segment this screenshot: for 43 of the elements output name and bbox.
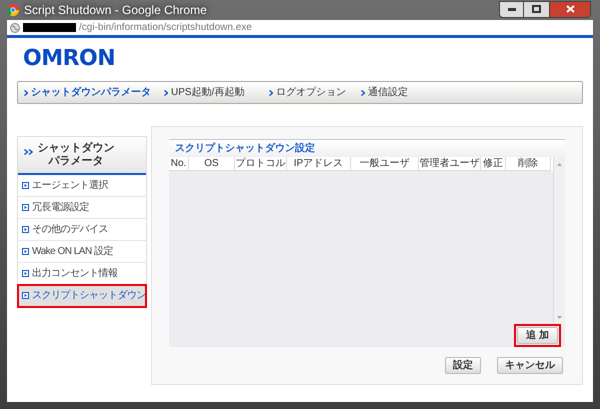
logo: OMRON [23, 46, 116, 72]
url-text: /cgi-bin/information/scriptshutdown.exe [79, 21, 252, 35]
maximize-icon [532, 5, 541, 13]
panel-title: スクリプトシャットダウン設定 [175, 141, 315, 156]
close-button[interactable] [549, 0, 591, 18]
bullet-icon [22, 248, 29, 255]
chevron-icon [269, 90, 273, 96]
column-header: IPアドレス [287, 157, 351, 171]
column-header: 管理者ユーザ [419, 157, 481, 171]
chevron-icon [164, 90, 168, 96]
scroll-up-icon [557, 163, 562, 166]
minimize-icon [508, 8, 516, 10]
column-header: No. [169, 157, 189, 171]
column-header: 削除 [506, 157, 551, 171]
form-button[interactable]: 設定 [445, 357, 481, 374]
minimize-button[interactable] [499, 0, 524, 18]
chevron-icon [24, 90, 28, 96]
bullet-icon [22, 182, 29, 189]
window-title: Script Shutdown - Google Chrome [24, 2, 207, 19]
bullet-icon [22, 270, 29, 277]
form-button[interactable]: キャンセル [497, 357, 563, 374]
nav-tab[interactable]: ログオプション [269, 85, 361, 100]
column-header: 修正 [481, 157, 506, 171]
bullet-icon [22, 204, 29, 211]
sidebar-title: シャットダウンパラメータ [36, 142, 116, 168]
add-button[interactable]: 追 加 [517, 326, 558, 344]
globe-icon [10, 22, 20, 32]
bullet-icon [22, 226, 29, 233]
address-bar[interactable]: /cgi-bin/information/scriptshutdown.exe [7, 20, 593, 38]
nav-tab[interactable]: 通信設定 [361, 85, 441, 100]
browser-icon [7, 4, 19, 16]
double-chevron-icon [24, 149, 33, 155]
scrollbar[interactable] [553, 157, 565, 171]
column-header: 一般ユーザ [351, 157, 419, 171]
chevron-icon [361, 90, 365, 96]
column-header: プロトコル [235, 157, 287, 171]
scroll-down-icon [557, 316, 562, 319]
nav-tab[interactable]: シャットダウンパラメータ [24, 85, 164, 100]
close-icon [566, 5, 574, 13]
bullet-icon [22, 292, 29, 299]
column-header: OS [189, 157, 235, 171]
nav-tab[interactable]: UPS起動/再起動 [164, 85, 269, 100]
maximize-button[interactable] [524, 0, 549, 18]
